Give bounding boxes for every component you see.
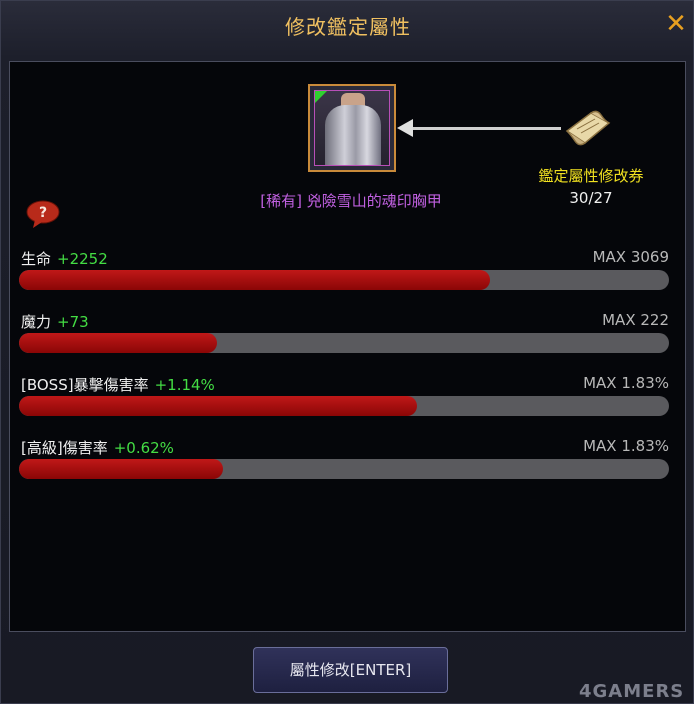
stat-bonus: +2252: [57, 250, 108, 268]
coupon-label: 鑑定屬性修改券: [538, 167, 644, 185]
stat-bar: [19, 459, 669, 479]
stat-bonus: +73: [57, 313, 89, 331]
help-icon[interactable]: ?: [25, 199, 61, 229]
stat-bar: [19, 396, 669, 416]
stat-bar-fill: [19, 270, 491, 290]
item-name: [稀有] 兇險雪山的魂印胸甲: [260, 192, 442, 210]
stat-max: MAX 1.83%: [583, 374, 669, 392]
stat-bar-fill: [19, 333, 218, 353]
stat-bar-fill: [19, 396, 417, 416]
stat-label: 魔力 +73: [21, 313, 89, 331]
stat-bonus: +0.62%: [113, 439, 174, 457]
scroll-icon[interactable]: [561, 109, 615, 147]
help-icon-label: ?: [39, 205, 47, 221]
stat-row-hp: 生命 +2252 MAX 3069: [19, 248, 669, 298]
confirm-modify-button[interactable]: 屬性修改[ENTER]: [253, 647, 448, 693]
window-title: 修改鑑定屬性: [285, 15, 411, 39]
chest-armor-icon: [314, 90, 390, 166]
arrow-line: [411, 127, 561, 130]
stat-max: MAX 1.83%: [583, 437, 669, 455]
item-slot[interactable]: [308, 84, 396, 172]
stat-bar: [19, 333, 669, 353]
stat-max: MAX 3069: [592, 248, 669, 266]
stat-row-mp: 魔力 +73 MAX 222: [19, 311, 669, 361]
stat-bar: [19, 270, 669, 290]
close-icon[interactable]: ✕: [661, 9, 691, 39]
stat-label: [高級]傷害率 +0.62%: [21, 439, 174, 457]
stat-label: 生命 +2252: [21, 250, 108, 268]
coupon-count: 30/27: [569, 189, 613, 207]
rarity-corner-marker: [315, 91, 327, 103]
attribute-modify-window: 修改鑑定屬性 ✕ [稀有] 兇險雪山的魂印胸甲 鑑定屬性修改券 30/27 ? …: [0, 0, 694, 704]
stat-row-adv-damage: [高級]傷害率 +0.62% MAX 1.83%: [19, 437, 669, 487]
watermark-logo: 4GAMERS: [579, 681, 685, 702]
arrow-left-icon: [397, 119, 413, 137]
stat-max: MAX 222: [602, 311, 669, 329]
stat-row-boss-crit: [BOSS]暴擊傷害率 +1.14% MAX 1.83%: [19, 374, 669, 424]
stat-bonus: +1.14%: [154, 376, 215, 394]
stat-bar-fill: [19, 459, 224, 479]
stat-label: [BOSS]暴擊傷害率 +1.14%: [21, 376, 215, 394]
